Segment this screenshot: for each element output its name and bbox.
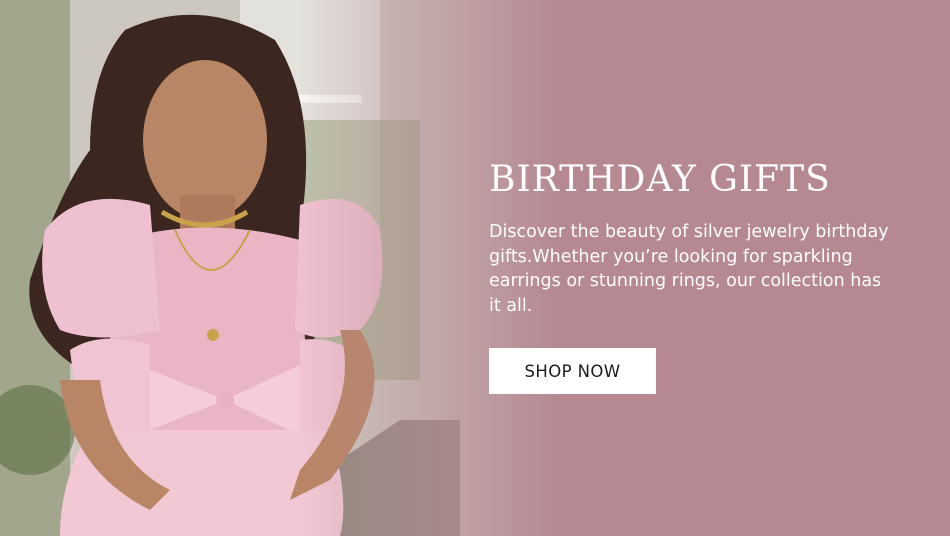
hero-banner: BIRTHDAY GIFTS Discover the beauty of si… [0, 0, 950, 536]
banner-title: BIRTHDAY GIFTS [489, 159, 831, 200]
shop-now-button[interactable]: SHOP NOW [489, 348, 656, 394]
banner-content: BIRTHDAY GIFTS Discover the beauty of si… [489, 154, 909, 394]
banner-description: Discover the beauty of silver jewelry bi… [489, 222, 889, 316]
